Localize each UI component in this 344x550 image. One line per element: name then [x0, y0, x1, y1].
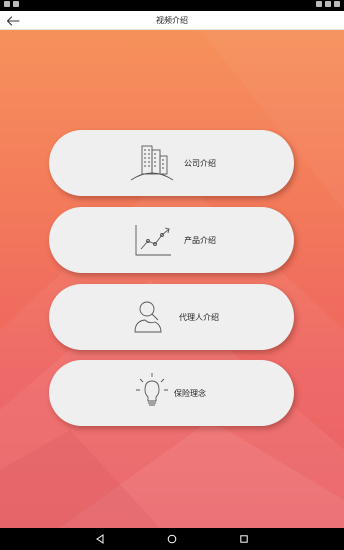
menu-item-label: 公司介绍	[184, 159, 216, 168]
system-nav-bar	[0, 528, 344, 550]
battery-icon	[334, 1, 340, 7]
menu-item-label: 代理人介绍	[179, 313, 219, 322]
background-decoration	[0, 30, 344, 528]
nav-home-icon	[167, 534, 177, 544]
nav-back-icon	[96, 534, 104, 544]
menu-item-insurance-concept[interactable]: 保险理念	[49, 360, 294, 426]
status-bar-notifications	[4, 1, 19, 7]
building-icon	[130, 145, 174, 181]
status-bar-indicators	[316, 1, 340, 7]
person-search-icon	[134, 301, 162, 333]
menu-item-label: 产品介绍	[184, 236, 216, 245]
main-content: 公司介绍 产品介绍 代理人介绍 保险理念	[0, 30, 344, 528]
nav-recents-button[interactable]	[236, 531, 252, 547]
wifi-icon	[316, 1, 322, 7]
notification-icon	[13, 1, 19, 7]
page-title: 视频介绍	[156, 16, 188, 25]
app-header: 视频介绍	[0, 11, 344, 30]
nav-recents-icon	[240, 535, 248, 543]
lightbulb-icon	[136, 373, 168, 406]
menu-item-company[interactable]: 公司介绍	[49, 130, 294, 196]
status-bar	[0, 0, 344, 11]
menu-item-label: 保险理念	[174, 389, 206, 398]
nav-home-button[interactable]	[164, 531, 180, 547]
menu-item-product[interactable]: 产品介绍	[49, 207, 294, 273]
notification-icon	[4, 1, 10, 7]
line-chart-icon	[135, 225, 171, 256]
menu-item-agent[interactable]: 代理人介绍	[49, 284, 294, 350]
nav-back-button[interactable]	[92, 531, 108, 547]
signal-icon	[325, 1, 331, 7]
